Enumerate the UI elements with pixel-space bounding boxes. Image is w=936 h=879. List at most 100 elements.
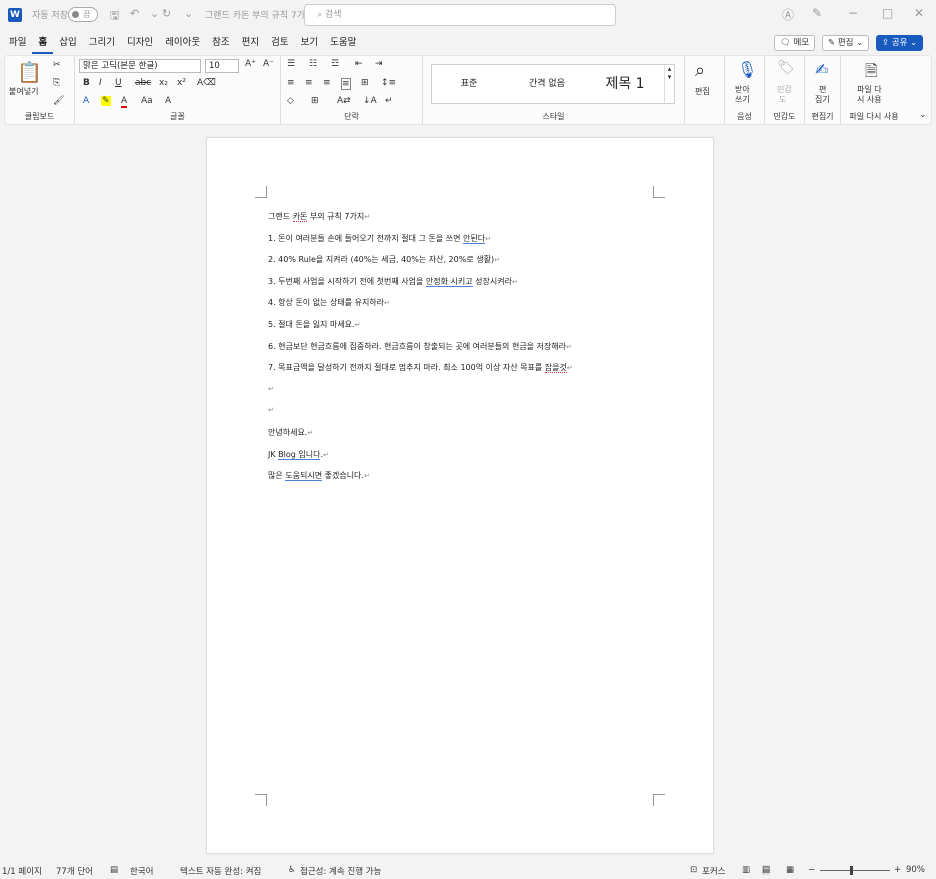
style-heading-1[interactable]: 제목 1 [588,65,662,103]
autosave-toggle[interactable]: 끔 [68,7,98,22]
highlight-icon[interactable]: ✎ [101,96,111,106]
proofing-marked-text[interactable]: 안정화 시키고 [425,277,473,287]
bullets-icon[interactable]: ☰ [287,59,295,69]
focus-button[interactable]: 포커스 [702,865,725,877]
minimize-icon[interactable]: − [848,6,858,20]
decrease-indent-icon[interactable]: ⇤ [355,59,363,69]
customize-qat-icon[interactable]: ⌄ [184,7,193,20]
style-no-spacing[interactable]: 간격 없음 [510,65,584,103]
account-icon[interactable]: Ⓐ [782,6,794,23]
dictate-button-2[interactable]: 쓰기 [735,94,750,105]
find-icon[interactable]: ⌕ [695,60,705,81]
numbering-icon[interactable]: ☷ [309,59,317,69]
sort-icon[interactable]: ↓A [363,96,377,106]
char-shading-icon[interactable]: A [165,96,171,106]
microphone-icon[interactable]: 🎙 [737,60,757,79]
style-normal[interactable]: 표준 [432,65,506,103]
zoom-in-icon[interactable]: + [894,865,901,875]
paste-icon[interactable]: 📋 [17,60,42,84]
tab-review[interactable]: 검토 [265,32,294,54]
read-mode-icon[interactable]: ▥ [742,865,750,875]
align-left-icon[interactable]: ≡ [287,78,295,88]
editor-button-2[interactable]: 집기 [815,94,830,105]
subscript-icon[interactable]: x₂ [159,78,168,88]
zoom-out-icon[interactable]: − [808,865,815,875]
tab-file[interactable]: 파일 [3,32,32,54]
search-input[interactable]: ⌕ 검색 [304,4,616,26]
document-paragraph[interactable]: 6. 현금보단 현금흐름에 집중하라. 현금흐름이 창출되는 곳에 여러분들의 … [268,341,572,352]
tab-insert[interactable]: 삽입 [53,32,82,54]
document-paragraph[interactable]: 4. 항상 돈이 없는 상태를 유지하라↵ [268,297,390,308]
document-paragraph[interactable]: 안녕하세요.↵ [268,427,313,438]
undo-dropdown-icon[interactable]: ⌄ [150,7,159,20]
pen-icon[interactable]: ✎ [812,6,822,20]
editor-icon[interactable]: ✍ [815,60,828,79]
reuse-file-icon[interactable]: 🗎 [865,60,878,87]
align-center-icon[interactable]: ≡ [305,78,313,88]
document-paragraph[interactable]: 1. 돈이 여러분들 손에 들어오기 전까지 절대 그 돈을 쓰면 안된다↵ [268,233,491,244]
grow-font-icon[interactable]: A⁺ [245,59,256,69]
bold-icon[interactable]: B [83,78,90,88]
reuse-button-2[interactable]: 시 사용 [857,94,882,105]
redo-icon[interactable]: ↻ [162,7,171,20]
proofing-icon[interactable]: ▤ [110,865,118,875]
print-layout-icon[interactable]: ▤ [762,865,771,875]
maximize-icon[interactable]: □ [882,6,893,20]
proofing-marked-text[interactable]: Blog 입니다 [278,450,321,460]
zoom-slider-thumb[interactable] [850,866,853,875]
document-page[interactable] [206,137,714,854]
share-button[interactable]: ⇪ 공유 ⌄ [876,35,924,51]
document-paragraph[interactable]: 3. 두번째 사업을 시작하기 전에 첫번째 사업을 안정화 시키고 성장시켜라… [268,276,518,287]
clear-format-icon[interactable]: A⌫ [197,78,216,88]
tab-mailings[interactable]: 편지 [236,32,265,54]
change-case-icon[interactable]: Aa [141,96,153,106]
text-effects-icon[interactable]: A [83,96,89,106]
web-layout-icon[interactable]: ▦ [786,865,794,875]
font-name-select[interactable]: 맑은 고딕(본문 한글) [79,59,201,73]
document-paragraph[interactable]: 7. 목표금액을 달성하기 전까지 절대로 멈추지 마라. 최소 100억 이상… [268,362,573,373]
save-icon[interactable]: 🖫 [110,7,119,26]
tab-home[interactable]: 홈 [32,32,54,54]
shrink-font-icon[interactable]: A⁻ [263,59,274,69]
memo-button[interactable]: 🗨 메모 [774,35,816,51]
line-spacing-icon[interactable]: ↕≡ [381,78,396,88]
distributed-icon[interactable]: ⊞ [361,78,369,88]
document-paragraph[interactable]: 2. 40% Rule을 지켜라 (40%는 세금, 40%는 자산, 20%로… [268,254,500,265]
multilevel-list-icon[interactable]: ☲ [331,59,339,69]
edit-mode-button[interactable]: ✎ 편집 ⌄ [822,35,870,51]
tab-help[interactable]: 도움말 [324,32,362,54]
document-paragraph[interactable]: 그랜드 카돈 부의 규칙 7가지↵ [268,211,370,222]
paste-button[interactable]: 붙여넣기 [9,86,38,97]
justify-icon[interactable]: ≡ [341,78,351,90]
show-marks-icon[interactable]: ↵ [385,96,393,106]
format-painter-icon[interactable]: 🖌 [53,96,64,106]
strikethrough-icon[interactable]: abc [135,78,151,88]
undo-icon[interactable]: ↶ [130,7,139,20]
tab-layout[interactable]: 레이아웃 [159,32,206,54]
tab-view[interactable]: 보기 [295,32,324,54]
asian-layout-icon[interactable]: A⇄ [337,96,351,106]
editing-button[interactable]: 편집 [695,86,710,97]
document-paragraph[interactable]: ↵ [268,384,274,393]
font-color-icon[interactable]: A [121,96,128,108]
tab-design[interactable]: 디자인 [121,32,159,54]
document-paragraph[interactable]: 많은 도움되시면 좋겠습니다.↵ [268,470,370,481]
document-paragraph[interactable]: ↵ [268,405,274,414]
text-prediction[interactable]: 텍스트 자동 완성: 켜짐 [180,865,261,877]
proofing-marked-text[interactable]: 카돈 [292,212,308,222]
superscript-icon[interactable]: x² [177,78,186,88]
zoom-level[interactable]: 90% [906,865,925,875]
underline-icon[interactable]: U [115,78,122,88]
collapse-ribbon-icon[interactable]: ⌄ [919,110,927,120]
word-count[interactable]: 77개 단어 [56,865,93,877]
shading-icon[interactable]: ◇ [287,96,294,106]
font-size-select[interactable]: 10 [205,59,239,73]
accessibility-status[interactable]: 접근성: 계속 진행 가능 [300,865,381,877]
tab-references[interactable]: 참조 [206,32,235,54]
document-paragraph[interactable]: 5. 절대 돈을 잃지 마세요.↵ [268,319,360,330]
proofing-marked-text[interactable]: 안된다 [462,234,486,244]
close-icon[interactable]: ✕ [914,6,924,20]
italic-icon[interactable]: I [99,78,102,88]
proofing-marked-text[interactable]: 잡을것 [544,363,567,373]
align-right-icon[interactable]: ≡ [323,78,331,88]
